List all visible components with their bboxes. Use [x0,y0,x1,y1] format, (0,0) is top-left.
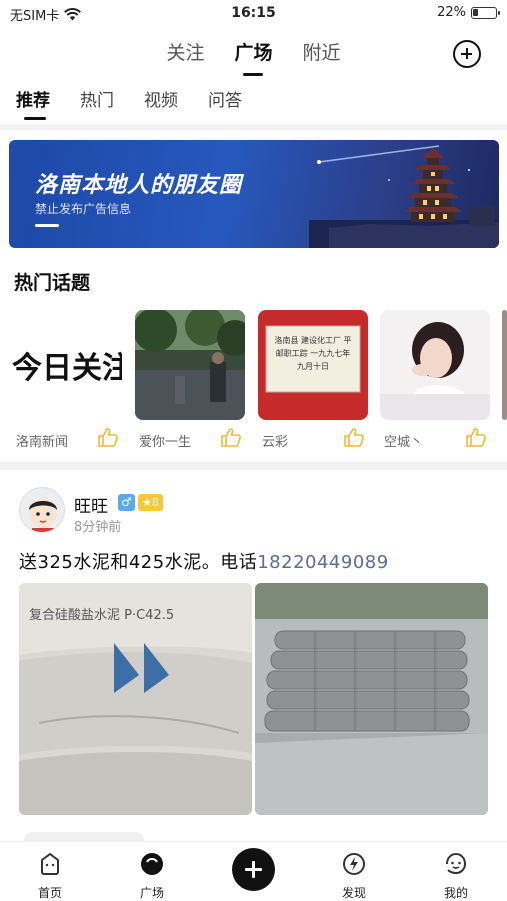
status-right: 22% [437,5,500,20]
post-text: 送325水泥和425水泥。电话 [19,552,258,573]
male-gender-badge: ♂ [118,494,135,511]
banner-indicator [35,224,59,227]
bottom-nav: 首页 广场 发现 我的 [0,841,507,900]
battery-fill [473,8,478,16]
status-bar: 无SIM卡 16:15 22% [0,0,507,28]
banner-title: 洛南本地人的朋友圈 [35,173,243,198]
cement-bag-label: 复合硅酸盐水泥 P·C42.5 [29,608,174,623]
square-icon [141,853,163,875]
battery-percent: 22% [437,5,466,20]
thumbs-up-icon[interactable] [97,427,119,447]
thumbs-up-icon[interactable] [343,427,365,447]
today-focus-image: 今日关注 [12,351,122,386]
topic-card-cloud[interactable]: 洛南县 建设化工厂 平邮职工踪 一九九七年九月十日 [258,310,368,420]
level-badge: ★8 [138,494,163,511]
subtab-video[interactable]: 视频 [144,88,178,120]
nav-home-label: 首页 [37,886,62,900]
post-time: 8分钟前 [74,520,122,535]
sub-tabs: 推荐 热门 视频 问答 [16,88,242,120]
promo-banner[interactable]: 洛南本地人的朋友圈 禁止发布广告信息 [9,140,499,248]
subtab-qa[interactable]: 问答 [208,88,242,120]
topic-name: 爱你一生 [139,435,192,450]
section-divider [0,124,507,130]
topic-name: 空城丶 [384,435,424,450]
thumbs-up-icon[interactable] [220,427,242,447]
status-time: 16:15 [231,5,276,21]
tab-square[interactable]: 广场 [234,38,273,76]
nav-profile-label: 我的 [443,886,468,900]
girl-photo-image [380,310,490,420]
pagoda-image [309,148,499,248]
avatar[interactable] [19,487,65,533]
topic-card-love[interactable] [135,310,245,420]
nav-discover-label: 发现 [341,886,366,900]
cement-stack-image [255,583,488,815]
nav-discover[interactable]: 发现 [324,850,384,901]
factory-badge-text: 洛南县 建设化工厂 平邮职工踪 一九九七年九月十日 [274,336,352,371]
topic-name: 云彩 [262,435,289,450]
add-post-icon[interactable] [453,40,481,68]
home-icon [41,853,59,875]
hot-topics-list: 今日关注 洛南新闻 爱你一生 洛南县 建设化工厂 平邮职工踪 一九九七年九月十日… [0,310,507,450]
cartoon-avatar-image [20,488,64,532]
tab-nearby[interactable]: 附近 [303,38,341,74]
thumbs-up-icon[interactable] [465,427,487,447]
post-images: 复合硅酸盐水泥 P·C42.5 [19,583,489,815]
post-content: 送325水泥和425水泥。电话18220449089 [19,548,389,574]
phone-link[interactable]: 18220449089 [257,552,388,573]
nav-profile[interactable]: 我的 [426,850,486,901]
park-photo-image [135,310,245,420]
battery-icon [471,6,500,19]
post-username[interactable]: 旺旺 [74,492,108,517]
topic-image-text: 今日关注 [12,351,122,386]
topic-card-partial[interactable] [502,310,507,420]
cement-bags-image: 复合硅酸盐水泥 P·C42.5 [19,583,252,815]
section-divider [0,462,507,470]
profile-icon [446,852,467,875]
subtab-hot[interactable]: 热门 [80,88,114,120]
post-image-2[interactable] [255,583,488,815]
nav-square-label: 广场 [139,886,164,900]
nav-square[interactable]: 广场 [122,850,182,901]
topic-name: 洛南新闻 [16,435,69,450]
banner-subtitle: 禁止发布广告信息 [35,202,132,216]
post-image-1[interactable]: 复合硅酸盐水泥 P·C42.5 [19,583,252,815]
discover-icon [343,853,365,875]
subtab-recommend[interactable]: 推荐 [16,88,50,120]
publish-button[interactable] [232,848,275,891]
topic-card-news[interactable]: 今日关注 [12,310,122,420]
top-tabs: 关注 广场 附近 [0,38,507,78]
tab-follow[interactable]: 关注 [166,38,204,74]
hot-topics-title: 热门话题 [14,272,91,294]
nav-home[interactable]: 首页 [20,850,80,901]
topic-card-empty-city[interactable] [380,310,490,420]
